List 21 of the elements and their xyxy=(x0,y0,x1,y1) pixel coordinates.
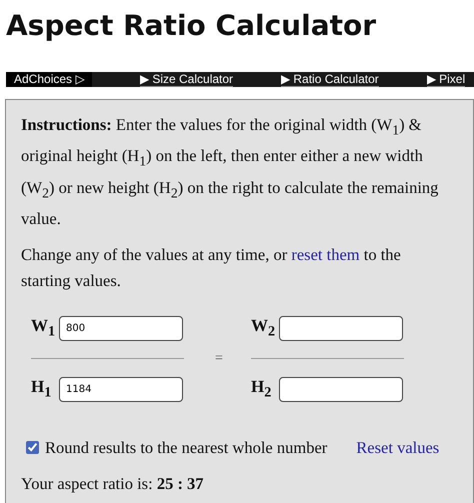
number-field[interactable] xyxy=(279,316,403,341)
number-field[interactable]: 1184 xyxy=(59,376,183,402)
number-field[interactable]: 800 xyxy=(59,316,183,341)
field-label: H$_{1}$ xyxy=(31,377,52,402)
reset-values-link[interactable]: Reset values xyxy=(356,438,440,458)
field-label: W$_{1}$ xyxy=(31,316,53,341)
round-checkbox[interactable] xyxy=(26,441,39,454)
number-field[interactable] xyxy=(279,376,403,402)
aspect-ratio-result: Your aspect ratio is: 25 : 37 xyxy=(21,474,205,494)
nav-link[interactable]: ▶ Ratio Calculator xyxy=(281,72,379,86)
reset-link[interactable]: reset them xyxy=(291,244,360,264)
reset-note: Change any of the values at any time, or reset them to the starting values. xyxy=(21,244,402,292)
instructions-text: Instructions: Enter the values for the original width (W$_{1}$) & original height (H$_{1}$) on the left, then enter either a new width (W$_{2}$) or new height (H$_{2}$) on the right to calculate the remaining value. xyxy=(21,114,440,230)
equals-sign: = xyxy=(214,350,224,367)
ad-choices-link[interactable]: AdChoices ▷ xyxy=(6,72,92,87)
page-title: Aspect Ratio Calculator xyxy=(5,8,378,44)
nav-link[interactable]: ▶ Pixel xyxy=(426,72,466,86)
nav-link[interactable]: ▶ Size Calculator xyxy=(140,72,234,86)
round-label: Round results to the nearest whole number xyxy=(45,438,328,458)
field-label: W$_{2}$ xyxy=(251,316,273,341)
field-label: H$_{2}$ xyxy=(251,377,272,402)
